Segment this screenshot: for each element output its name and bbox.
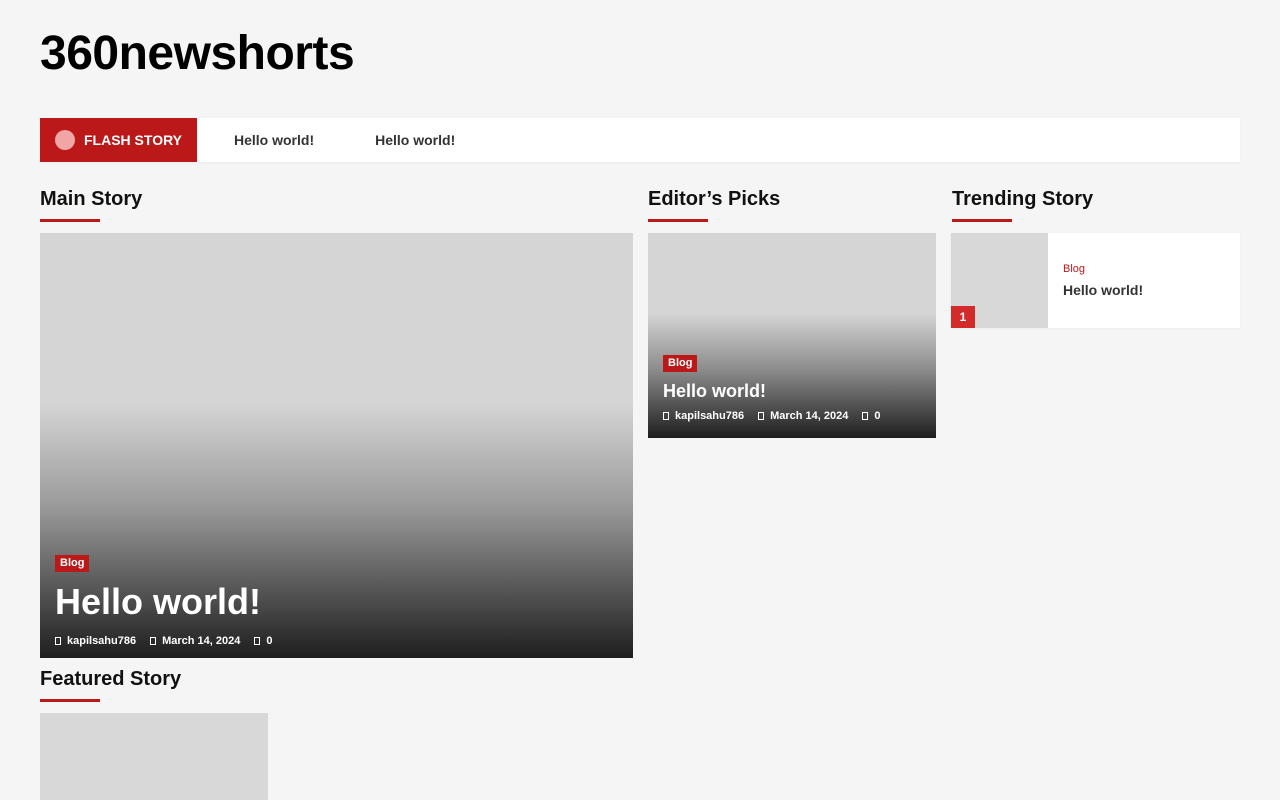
post-date: March 14, 2024 [770, 410, 849, 422]
comment-icon [862, 412, 869, 420]
trending-thumbnail[interactable]: 1 [951, 233, 1048, 328]
clock-icon [758, 412, 765, 420]
comments-meta[interactable]: 0 [862, 410, 881, 422]
date-meta: March 14, 2024 [150, 635, 240, 647]
editors-pick-title[interactable]: Hello world! [663, 381, 921, 401]
main-story-heading: Main Story [40, 187, 142, 222]
date-meta: March 14, 2024 [758, 410, 848, 422]
featured-story-thumbnail[interactable] [40, 713, 268, 800]
category-link[interactable]: Blog [1063, 263, 1143, 275]
pulse-dot-icon [55, 130, 75, 150]
comment-count[interactable]: 0 [266, 635, 272, 647]
post-date: March 14, 2024 [162, 635, 241, 647]
site-title[interactable]: 360newshorts [40, 26, 355, 82]
trending-story-card: 1 Blog Hello world! [951, 233, 1240, 328]
comments-meta[interactable]: 0 [254, 635, 273, 647]
category-badge[interactable]: Blog [55, 555, 90, 572]
category-badge[interactable]: Blog [663, 355, 698, 372]
main-story-content: Blog Hello world! kapilsahu786 March 14,… [55, 553, 618, 647]
author-name[interactable]: kapilsahu786 [675, 410, 744, 422]
author-name[interactable]: kapilsahu786 [67, 635, 136, 647]
author-meta[interactable]: kapilsahu786 [55, 635, 136, 647]
trending-story-body: Blog Hello world! [1048, 233, 1158, 328]
user-icon [663, 412, 669, 420]
trending-rank-badge: 1 [951, 306, 975, 328]
trending-story-heading: Trending Story [952, 187, 1093, 222]
comment-count[interactable]: 0 [874, 410, 880, 422]
clock-icon [150, 637, 157, 645]
main-story-card[interactable]: Blog Hello world! kapilsahu786 March 14,… [40, 233, 633, 658]
comment-icon [254, 637, 261, 645]
main-story-title[interactable]: Hello world! [55, 582, 618, 622]
flash-story-bar: FLASH STORY Hello world! Hello world! [40, 118, 1240, 162]
featured-story-heading: Featured Story [40, 667, 181, 702]
editors-picks-heading: Editor’s Picks [648, 187, 780, 222]
flash-story-label-text: FLASH STORY [84, 132, 183, 148]
flash-story-label: FLASH STORY [40, 118, 197, 162]
post-meta: kapilsahu786 March 14, 2024 0 [55, 635, 618, 647]
flash-item-link[interactable]: Hello world! [375, 132, 455, 148]
user-icon [55, 637, 61, 645]
trending-story-title[interactable]: Hello world! [1063, 282, 1143, 298]
flash-item-link[interactable]: Hello world! [234, 132, 314, 148]
editors-pick-card[interactable]: Blog Hello world! kapilsahu786 March 14,… [648, 233, 936, 438]
author-meta[interactable]: kapilsahu786 [663, 410, 744, 422]
editors-pick-content: Blog Hello world! kapilsahu786 March 14,… [663, 353, 921, 422]
post-meta: kapilsahu786 March 14, 2024 0 [663, 410, 921, 422]
